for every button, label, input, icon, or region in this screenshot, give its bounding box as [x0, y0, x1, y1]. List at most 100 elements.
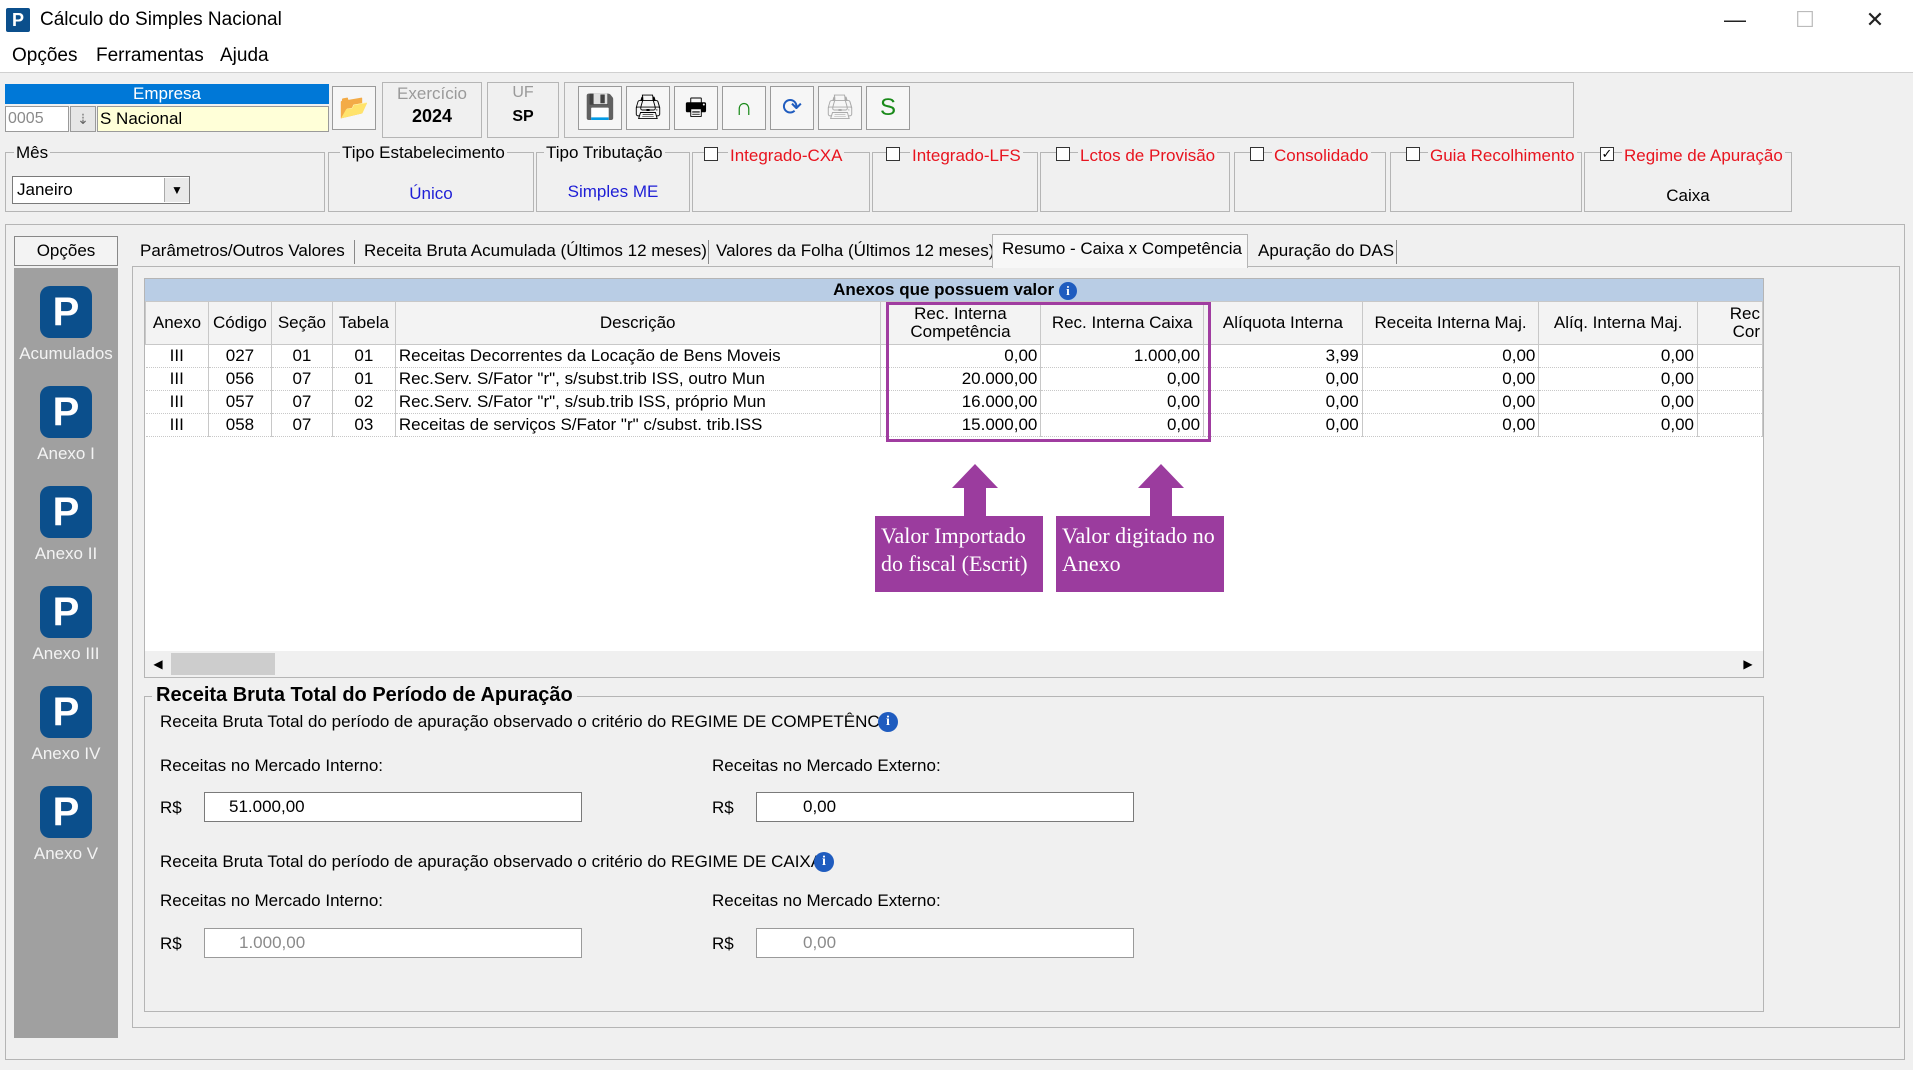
cell-rec-cor[interactable] [1697, 367, 1763, 391]
integrado-cxa-checkbox[interactable] [704, 147, 718, 161]
cell-aliq-maj[interactable]: 0,00 [1538, 367, 1699, 391]
tab-parametros[interactable]: Parâmetros/Outros Valores [140, 236, 345, 266]
cell-tabela[interactable]: 01 [332, 367, 396, 391]
side-item-anexo-ii[interactable]: Anexo II [14, 544, 118, 564]
caixa-interno-label: Receitas no Mercado Interno: [160, 891, 384, 910]
empresa-lookup-button[interactable]: ⇣ [70, 106, 96, 132]
empresa-name-field[interactable]: S Nacional [97, 106, 329, 132]
cell-anexo[interactable]: III [145, 390, 209, 414]
close-button[interactable]: ✕ [1840, 0, 1910, 40]
tab-receita-bruta[interactable]: Receita Bruta Acumulada (Últimos 12 mese… [364, 236, 707, 266]
scroll-thumb[interactable] [171, 653, 275, 675]
tab-apuracao-das[interactable]: Apuração do DAS [1258, 236, 1394, 266]
cell-secao[interactable]: 07 [271, 367, 333, 391]
competencia-interno-field[interactable]: 51.000,00 [204, 792, 582, 822]
caixa-label: Receita Bruta Total do período de apuraç… [160, 852, 823, 871]
cell-tabela[interactable]: 03 [332, 413, 396, 437]
cell-anexo[interactable]: III [145, 413, 209, 437]
cell-codigo[interactable]: 056 [208, 367, 272, 391]
acumulados-icon[interactable]: P [40, 286, 92, 338]
cell-descricao[interactable]: Rec.Serv. S/Fator "r", s/subst.trib ISS,… [395, 367, 881, 391]
cell-receita-maj[interactable]: 0,00 [1362, 367, 1540, 391]
integrado-lfs-checkbox[interactable] [886, 147, 900, 161]
cell-codigo[interactable]: 058 [208, 413, 272, 437]
cell-secao[interactable]: 01 [271, 344, 333, 368]
col-rec-cor[interactable]: Rec Cor [1697, 301, 1763, 345]
side-item-anexo-iv[interactable]: Anexo IV [14, 744, 118, 764]
cell-tabela[interactable]: 01 [332, 344, 396, 368]
print-preview-button[interactable]: 🖶 [674, 86, 718, 130]
col-aliq-interna-maj[interactable]: Alíq. Interna Maj. [1538, 301, 1699, 345]
side-item-acumulados[interactable]: Acumulados [14, 344, 118, 364]
anexo-v-icon[interactable]: P [40, 786, 92, 838]
cell-aliquota[interactable]: 0,00 [1203, 367, 1363, 391]
refresh-button[interactable]: ⟳ [770, 86, 814, 130]
save-button[interactable]: 💾 [578, 86, 622, 130]
lock-button[interactable]: ∩ [722, 86, 766, 130]
col-aliquota-interna[interactable]: Alíquota Interna [1203, 301, 1363, 345]
info-icon[interactable]: i [1058, 281, 1077, 300]
side-item-anexo-iii[interactable]: Anexo III [14, 644, 118, 664]
scroll-right-icon[interactable]: ▶ [1739, 655, 1757, 673]
cell-receita-maj[interactable]: 0,00 [1362, 344, 1540, 368]
cell-rec-cor[interactable] [1697, 390, 1763, 414]
cell-aliq-maj[interactable]: 0,00 [1538, 344, 1699, 368]
guia-recolhimento-checkbox[interactable] [1406, 147, 1420, 161]
cell-aliq-maj[interactable]: 0,00 [1538, 413, 1699, 437]
anexo-i-icon[interactable]: P [40, 386, 92, 438]
cell-codigo[interactable]: 057 [208, 390, 272, 414]
refresh-icon: ⟳ [781, 94, 803, 121]
col-receita-interna-maj[interactable]: Receita Interna Maj. [1361, 301, 1540, 345]
open-folder-button[interactable]: 📂 [332, 86, 376, 130]
col-secao[interactable]: Seção [270, 301, 333, 345]
cell-secao[interactable]: 07 [271, 390, 333, 414]
side-options-button[interactable]: Opções [14, 236, 118, 266]
lctos-provisao-checkbox[interactable] [1056, 147, 1070, 161]
anexo-iv-icon[interactable]: P [40, 686, 92, 738]
empresa-code-field[interactable]: 0005 [5, 106, 69, 132]
exercicio-label: Exercício [397, 84, 467, 103]
cell-rec-cor[interactable] [1697, 344, 1763, 368]
cell-secao[interactable]: 07 [271, 413, 333, 437]
simples-button[interactable]: S [866, 86, 910, 130]
side-item-anexo-v[interactable]: Anexo V [14, 844, 118, 864]
cell-receita-maj[interactable]: 0,00 [1362, 390, 1540, 414]
tab-resumo[interactable]: Resumo - Caixa x Competência [1002, 234, 1242, 264]
cell-aliquota[interactable]: 0,00 [1203, 390, 1363, 414]
cell-descricao[interactable]: Receitas de serviços S/Fator "r" c/subst… [395, 413, 881, 437]
col-tabela[interactable]: Tabela [331, 301, 396, 345]
competencia-externo-field[interactable]: 0,00 [756, 792, 1134, 822]
cell-tabela[interactable]: 02 [332, 390, 396, 414]
menu-opcoes[interactable]: Opções [12, 45, 77, 67]
cell-rec-cor[interactable] [1697, 413, 1763, 437]
cell-aliquota[interactable]: 3,99 [1203, 344, 1363, 368]
col-codigo[interactable]: Código [207, 301, 272, 345]
col-descricao[interactable]: Descrição [394, 301, 881, 345]
anexo-iii-icon[interactable]: P [40, 586, 92, 638]
cell-aliq-maj[interactable]: 0,00 [1538, 390, 1699, 414]
tab-valores-folha[interactable]: Valores da Folha (Últimos 12 meses) [716, 236, 994, 266]
cell-anexo[interactable]: III [145, 367, 209, 391]
chevron-down-icon[interactable]: ▼ [164, 178, 189, 202]
anexo-ii-icon[interactable]: P [40, 486, 92, 538]
print-button[interactable]: 🖨 [626, 86, 670, 130]
cell-descricao[interactable]: Rec.Serv. S/Fator "r", s/sub.trib ISS, p… [395, 390, 881, 414]
cell-codigo[interactable]: 027 [208, 344, 272, 368]
cell-receita-maj[interactable]: 0,00 [1362, 413, 1540, 437]
cell-anexo[interactable]: III [145, 344, 209, 368]
info-icon[interactable]: i [878, 712, 898, 732]
horizontal-scrollbar[interactable] [145, 651, 1763, 677]
info-icon[interactable]: i [814, 852, 834, 872]
menu-ajuda[interactable]: Ajuda [220, 45, 269, 67]
regime-apuracao-checkbox[interactable]: ✓ [1600, 147, 1614, 161]
cell-aliquota[interactable]: 0,00 [1203, 413, 1363, 437]
col-anexo[interactable]: Anexo [145, 301, 209, 345]
scroll-left-icon[interactable]: ◀ [149, 655, 167, 673]
minimize-button[interactable]: — [1700, 0, 1770, 40]
consolidado-checkbox[interactable] [1250, 147, 1264, 161]
cell-descricao[interactable]: Receitas Decorrentes da Locação de Bens … [395, 344, 881, 368]
maximize-button[interactable]: ☐ [1770, 0, 1840, 40]
side-item-anexo-i[interactable]: Anexo I [14, 444, 118, 464]
menu-ferramentas[interactable]: Ferramentas [96, 45, 204, 67]
save-icon: 💾 [585, 94, 615, 121]
